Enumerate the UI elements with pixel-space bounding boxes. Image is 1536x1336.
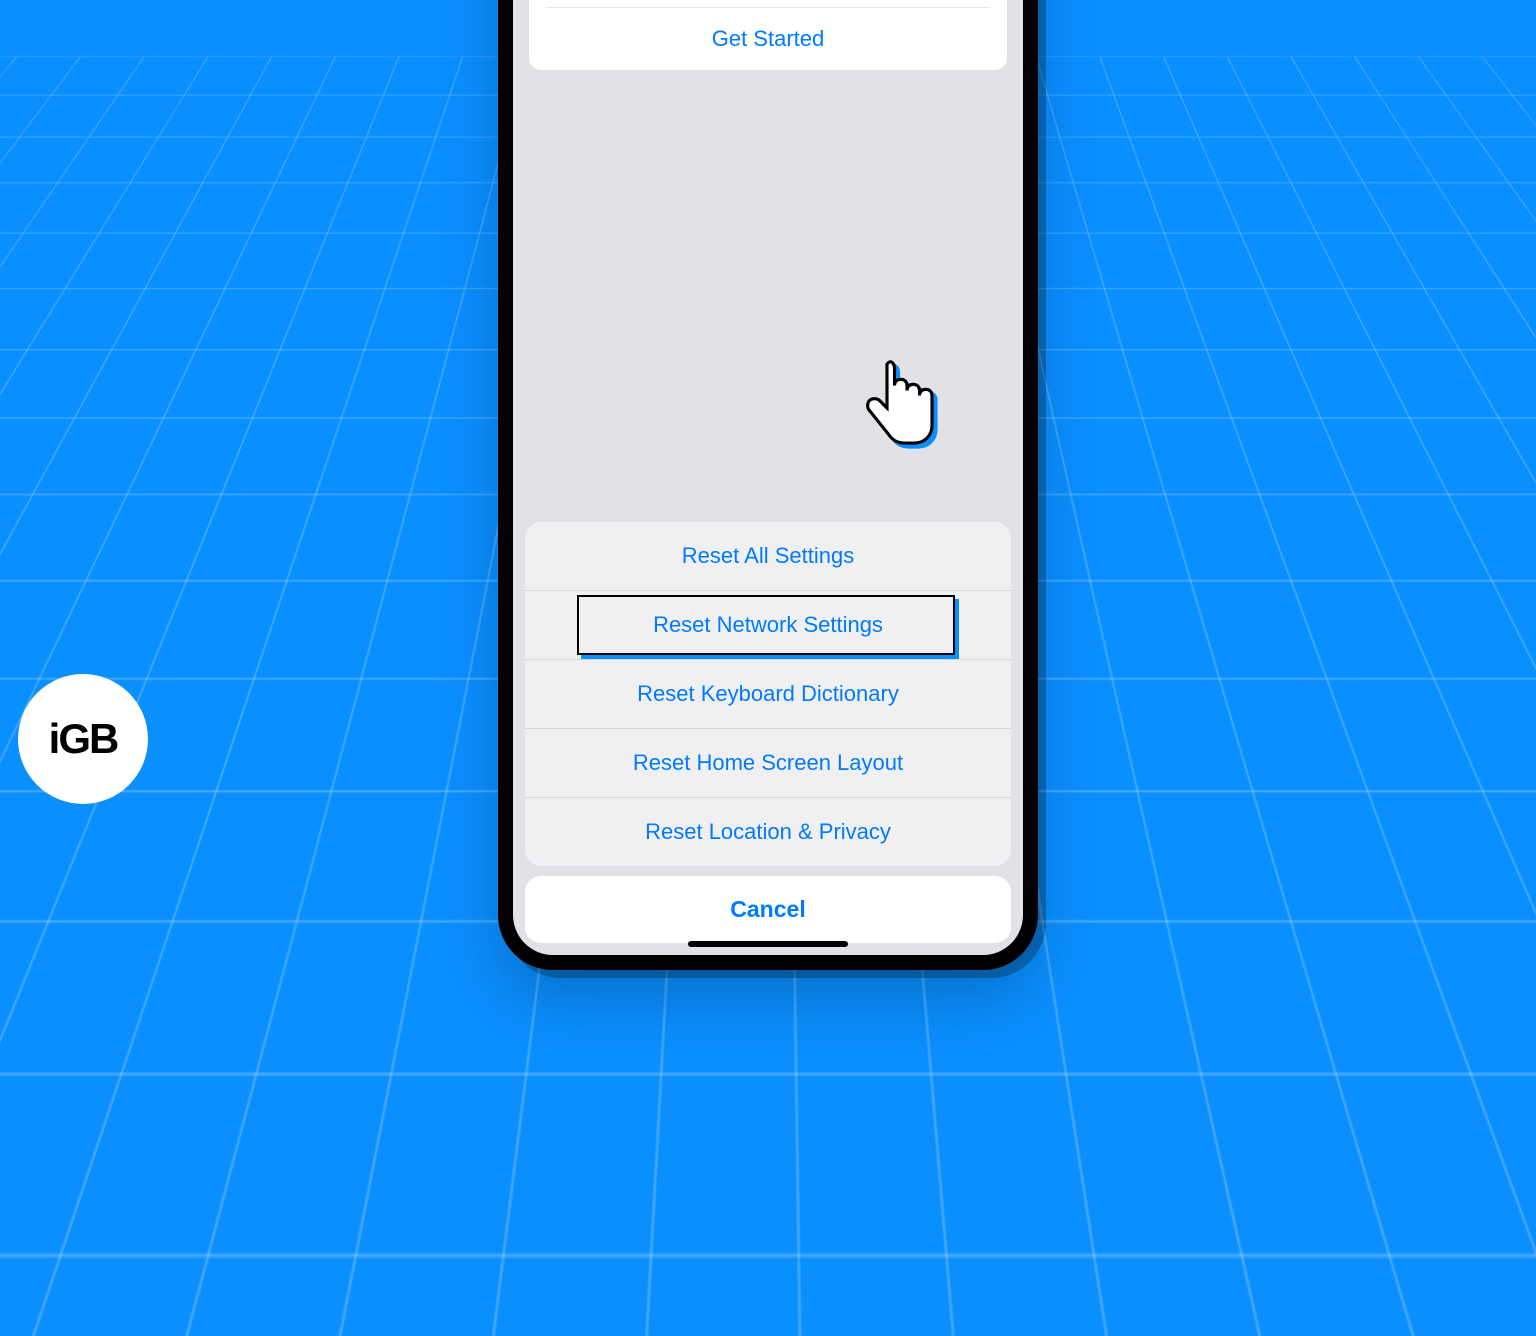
reset-action-sheet: Reset All Settings Reset Network Setting… (525, 522, 1011, 866)
get-started-card: iCloud Storage to back up... Get Started (529, 0, 1007, 70)
screen-content: iCloud Storage to back up... Get Started… (513, 0, 1023, 955)
igb-logo-badge: iGB (18, 674, 148, 804)
reset-location-privacy-button[interactable]: Reset Location & Privacy (525, 798, 1011, 866)
reset-home-screen-layout-button[interactable]: Reset Home Screen Layout (525, 729, 1011, 798)
reset-network-settings-label: Reset Network Settings (653, 612, 883, 637)
cancel-button[interactable]: Cancel (525, 876, 1011, 943)
igb-logo-text: iGB (49, 715, 118, 763)
action-sheet-container: Reset Reset All Settings Reset Network S… (525, 522, 1011, 943)
reset-keyboard-dictionary-button[interactable]: Reset Keyboard Dictionary (525, 660, 1011, 729)
card-container: iCloud Storage to back up... Get Started (513, 0, 1023, 70)
reset-network-settings-button[interactable]: Reset Network Settings (525, 591, 1011, 660)
reset-all-settings-button[interactable]: Reset All Settings (525, 522, 1011, 591)
get-started-button[interactable]: Get Started (547, 8, 989, 52)
card-hint-text: iCloud Storage to back up... (547, 0, 989, 8)
iphone-screen: iCloud Storage to back up... Get Started… (513, 0, 1023, 955)
iphone-frame: iCloud Storage to back up... Get Started… (498, 0, 1038, 970)
home-indicator[interactable] (688, 941, 848, 947)
